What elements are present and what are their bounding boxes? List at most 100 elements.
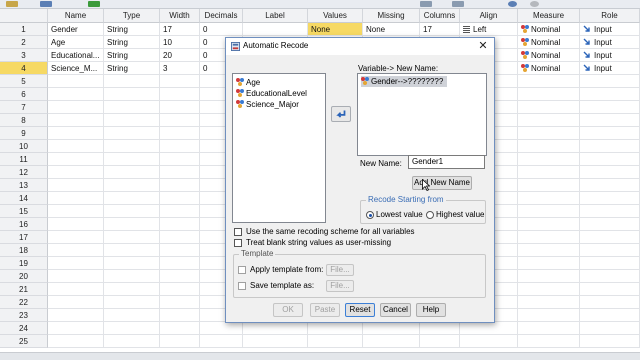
column-header[interactable]: Label	[243, 9, 308, 23]
list-item[interactable]: Gender-->????????	[361, 76, 448, 87]
grid-cell-width[interactable]	[160, 127, 200, 140]
row-number[interactable]: 20	[0, 270, 48, 283]
grid-cell-name[interactable]	[48, 335, 104, 348]
grid-cell-type[interactable]	[104, 231, 160, 244]
grid-cell-role[interactable]	[580, 166, 640, 179]
grid-cell-name[interactable]	[48, 205, 104, 218]
grid-cell-width[interactable]: 20	[160, 49, 200, 62]
row-number[interactable]: 12	[0, 166, 48, 179]
grid-cell-type[interactable]	[104, 296, 160, 309]
grid-cell-measure[interactable]	[518, 179, 580, 192]
grid-cell-measure[interactable]	[518, 127, 580, 140]
grid-cell-measure[interactable]	[518, 153, 580, 166]
grid-cell-name[interactable]	[48, 114, 104, 127]
grid-cell-type[interactable]: String	[104, 62, 160, 75]
grid-cell-role[interactable]	[580, 88, 640, 101]
grid-cell-width[interactable]	[160, 101, 200, 114]
grid-cell-measure[interactable]	[518, 192, 580, 205]
grid-cell-type[interactable]	[104, 114, 160, 127]
grid-cell-role[interactable]	[580, 283, 640, 296]
grid-cell-width[interactable]	[160, 231, 200, 244]
grid-cell-width[interactable]	[160, 114, 200, 127]
grid-cell-measure[interactable]	[518, 283, 580, 296]
grid-cell-values[interactable]	[308, 322, 363, 335]
save-template-checkbox[interactable]	[238, 282, 246, 290]
grid-cell-columns[interactable]	[420, 322, 460, 335]
grid-cell-columns[interactable]	[420, 335, 460, 348]
grid-cell-width[interactable]	[160, 244, 200, 257]
grid-cell-role[interactable]	[580, 179, 640, 192]
row-number[interactable]: 13	[0, 179, 48, 192]
highest-value-radio[interactable]	[426, 211, 434, 219]
grid-cell-type[interactable]	[104, 179, 160, 192]
grid-cell-decimals[interactable]	[200, 335, 243, 348]
help-button[interactable]: Help	[416, 303, 446, 317]
column-header[interactable]: Measure	[518, 9, 580, 23]
column-header[interactable]: Width	[160, 9, 200, 23]
grid-cell-role[interactable]	[580, 335, 640, 348]
grid-cell-role[interactable]: Input	[580, 23, 640, 36]
grid-cell-measure[interactable]	[518, 88, 580, 101]
grid-cell-type[interactable]	[104, 88, 160, 101]
grid-cell-name[interactable]: Educational...	[48, 49, 104, 62]
grid-cell-type[interactable]	[104, 283, 160, 296]
source-variable-list[interactable]: Age EducationalLevel Science_Major	[232, 73, 326, 223]
grid-cell-name[interactable]	[48, 140, 104, 153]
grid-cell-measure[interactable]: Nominal	[518, 36, 580, 49]
column-header[interactable]: Decimals	[200, 9, 243, 23]
grid-cell-values[interactable]: None	[308, 23, 363, 36]
grid-cell-type[interactable]: String	[104, 23, 160, 36]
grid-cell-name[interactable]	[48, 127, 104, 140]
grid-cell-values[interactable]	[308, 335, 363, 348]
list-item[interactable]: Age	[236, 77, 260, 88]
row-number[interactable]: 14	[0, 192, 48, 205]
grid-cell-name[interactable]: Gender	[48, 23, 104, 36]
grid-cell-type[interactable]	[104, 309, 160, 322]
row-number[interactable]: 9	[0, 127, 48, 140]
grid-cell-align[interactable]: Left	[460, 23, 518, 36]
grid-cell-measure[interactable]	[518, 270, 580, 283]
row-number[interactable]: 3	[0, 49, 48, 62]
grid-cell-type[interactable]	[104, 257, 160, 270]
grid-cell-name[interactable]	[48, 322, 104, 335]
grid-cell-name[interactable]	[48, 179, 104, 192]
save-icon[interactable]	[40, 1, 52, 7]
grid-cell-align[interactable]	[460, 335, 518, 348]
apply-template-file-button[interactable]: File...	[326, 264, 354, 276]
row-number[interactable]: 2	[0, 36, 48, 49]
grid-cell-width[interactable]	[160, 205, 200, 218]
grid-cell-role[interactable]	[580, 205, 640, 218]
row-number[interactable]: 25	[0, 335, 48, 348]
grid-cell-name[interactable]: Science_M...	[48, 62, 104, 75]
grid-cell-width[interactable]	[160, 283, 200, 296]
grid-cell-name[interactable]	[48, 88, 104, 101]
row-number[interactable]: 6	[0, 88, 48, 101]
grid-cell-width[interactable]	[160, 218, 200, 231]
grid-cell-width[interactable]	[160, 140, 200, 153]
grid-cell-measure[interactable]	[518, 296, 580, 309]
grid-cell-type[interactable]	[104, 140, 160, 153]
grid-cell-role[interactable]	[580, 153, 640, 166]
target-variable-list[interactable]: Gender-->????????	[357, 73, 487, 156]
grid-cell-label[interactable]	[243, 23, 308, 36]
grid-cell-role[interactable]: Input	[580, 62, 640, 75]
row-number[interactable]: 5	[0, 75, 48, 88]
grid-cell-role[interactable]	[580, 309, 640, 322]
grid-cell-name[interactable]	[48, 153, 104, 166]
grid-cell-role[interactable]	[580, 75, 640, 88]
row-number[interactable]: 15	[0, 205, 48, 218]
grid-corner[interactable]	[0, 9, 48, 23]
grid-cell-type[interactable]	[104, 166, 160, 179]
grid-cell-name[interactable]	[48, 244, 104, 257]
grid-cell-name[interactable]: Age	[48, 36, 104, 49]
grid-cell-name[interactable]	[48, 257, 104, 270]
grid-cell-role[interactable]	[580, 127, 640, 140]
grid-cell-missing[interactable]	[363, 322, 420, 335]
grid-cell-measure[interactable]: Nominal	[518, 49, 580, 62]
grid-cell-name[interactable]	[48, 218, 104, 231]
cancel-button[interactable]: Cancel	[380, 303, 411, 317]
row-number[interactable]: 4	[0, 62, 48, 75]
column-header[interactable]: Columns	[420, 9, 460, 23]
grid-cell-missing[interactable]: None	[363, 23, 420, 36]
blank-missing-checkbox[interactable]	[234, 239, 242, 247]
